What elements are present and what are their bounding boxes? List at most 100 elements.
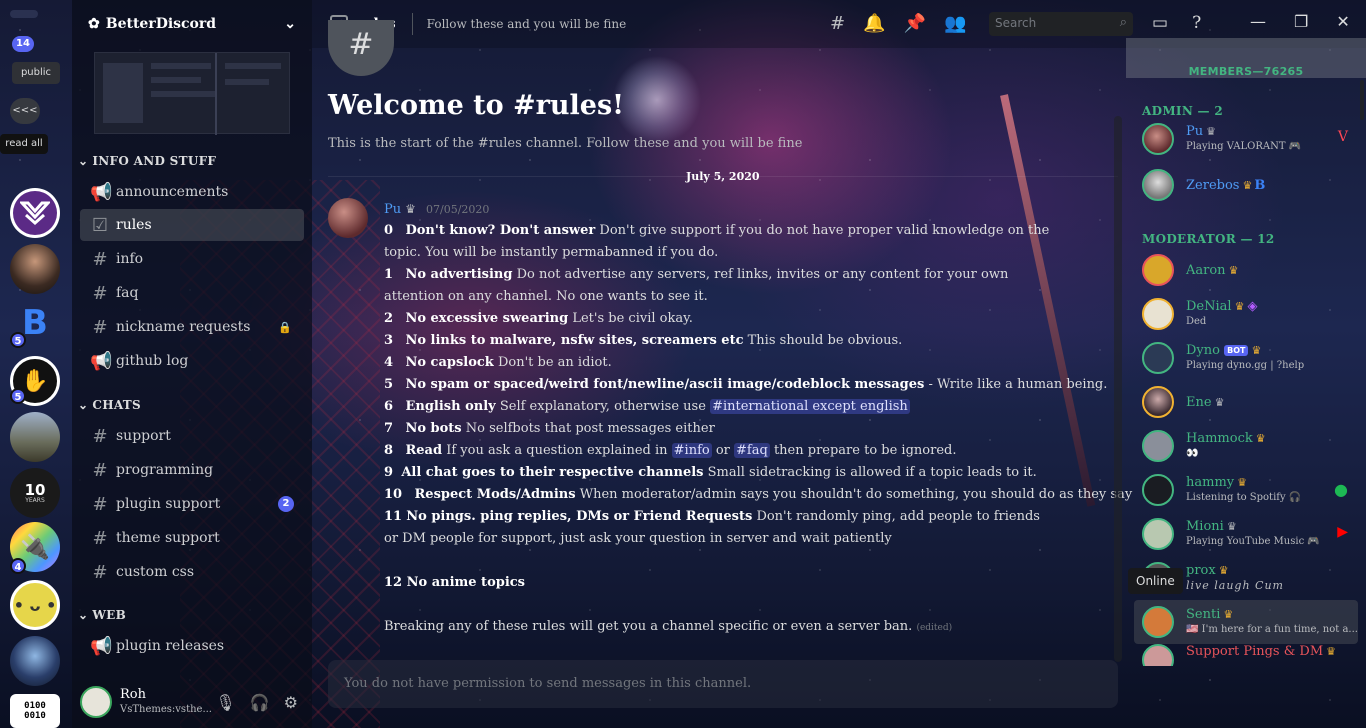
welcome-subtitle: This is the start of the #rules channel.…	[328, 136, 803, 151]
mentions-badge: 14	[12, 36, 34, 52]
member-item[interactable]: Mioni ♛ Playing YouTube Music 🎮 ▶	[1134, 512, 1358, 556]
member-item[interactable]: Hammock ♛ 👀	[1134, 424, 1358, 468]
message-avatar[interactable]	[328, 198, 368, 238]
ten-years-sub: YEARS	[25, 496, 45, 504]
channel-label: nickname requests	[116, 319, 251, 335]
channel-label: plugin releases	[116, 638, 225, 654]
members-header: MEMBERS—76265	[1126, 38, 1366, 78]
plug-icon: 🔌	[20, 533, 50, 561]
megaphone-icon: 📢	[90, 635, 113, 657]
public-tag[interactable]: public	[12, 62, 60, 84]
category-info-and-stuff[interactable]: ⌄ INFO AND STUFF	[78, 154, 216, 168]
username: Roh	[120, 687, 146, 702]
server-icon-landscape[interactable]	[10, 412, 60, 462]
avatar[interactable]	[80, 686, 112, 718]
maximize-icon[interactable]: ❐	[1294, 12, 1308, 31]
edited-label: (edited)	[916, 623, 953, 633]
channel-mention[interactable]: #faq	[734, 443, 770, 458]
server-icon-ten-years[interactable]: 10 YEARS	[10, 468, 60, 518]
server-name: BetterDiscord	[105, 16, 217, 32]
channel-mention[interactable]: #info	[671, 443, 712, 458]
category-label: CHATS	[92, 398, 141, 412]
member-item[interactable]: Zerebos ♛ B	[1134, 163, 1358, 207]
server-icon-betterdiscord[interactable]	[10, 188, 60, 238]
channel-plugin-releases[interactable]: 📢 plugin releases	[80, 630, 304, 662]
minimize-icon[interactable]: —	[1250, 12, 1266, 31]
member-scrollbar[interactable]	[1360, 80, 1364, 120]
home-indicator[interactable]	[10, 10, 38, 18]
channel-mention[interactable]: #international except english	[710, 399, 910, 414]
channel-sidebar: ✿ BetterDiscord ⌄ ⌄ INFO AND STUFF 📢 annou…	[72, 0, 312, 728]
server-logo-icon: ✿	[88, 16, 100, 32]
rules-checkbox-icon: ☑	[91, 214, 109, 236]
member-item[interactable]: Aaron ♛	[1134, 248, 1358, 292]
crown-icon: ♛	[1326, 645, 1337, 658]
message-author[interactable]: Pu ♛	[384, 202, 416, 217]
member-item[interactable]: hammy ♛ Listening to Spotify 🎧 ●	[1134, 468, 1358, 512]
user-info[interactable]: Roh VsThemes:vsthe...	[120, 687, 212, 717]
crown-icon: ♛	[1228, 263, 1239, 277]
inbox-icon[interactable]: ▭	[1152, 13, 1168, 33]
server-header[interactable]: ✿ BetterDiscord ⌄	[72, 0, 312, 48]
date-label: July 5, 2020	[686, 170, 760, 183]
deafen-icon[interactable]: 🎧	[250, 693, 270, 712]
channel-support[interactable]: # support	[80, 420, 304, 452]
channel-programming[interactable]: # programming	[80, 454, 304, 486]
channel-topic[interactable]: Follow these and you will be fine	[427, 17, 627, 31]
channel-label: rules	[116, 217, 152, 233]
channel-theme-support[interactable]: # theme support	[80, 522, 304, 554]
bell-icon[interactable]: 🔔	[863, 13, 885, 34]
member-item[interactable]: Ene ♛	[1134, 380, 1358, 424]
avatar	[1142, 644, 1174, 666]
help-icon[interactable]: ?	[1192, 13, 1201, 33]
channel-github-log[interactable]: 📢 github log	[80, 345, 304, 377]
member-item[interactable]: DeNial ♛ ◈ Ded	[1134, 292, 1358, 336]
channel-label: support	[116, 428, 171, 444]
avatar	[1142, 606, 1174, 638]
channel-rules[interactable]: ☑ rules	[80, 209, 304, 241]
pin-icon[interactable]: 📌	[904, 13, 926, 34]
channel-hash-icon: #	[328, 20, 394, 76]
channel-info[interactable]: # info	[80, 243, 304, 275]
members-icon[interactable]: 👥	[944, 13, 966, 34]
mute-mic-icon[interactable]: 🎙	[215, 693, 235, 712]
member-list: MEMBERS—76265 ADMIN — 2 Pu ♛ Playing VALOR…	[1126, 38, 1366, 728]
channel-announcements[interactable]: 📢 announcements	[80, 176, 304, 208]
category-web[interactable]: ⌄ WEB	[78, 608, 126, 622]
member-item[interactable]: Pu ♛ Playing VALORANT 🎮 V	[1134, 117, 1358, 161]
handshake-icon: ✋	[21, 368, 49, 394]
gear-icon[interactable]: ⚙	[284, 693, 298, 712]
read-all-button[interactable]: read all	[0, 134, 48, 154]
ten-years-label: 10	[24, 480, 46, 499]
channel-nickname-requests[interactable]: # nickname requests 🔒	[80, 311, 304, 343]
search-input[interactable]: Search ⌕	[989, 12, 1133, 36]
avatar	[1142, 298, 1174, 330]
betterdiscord-logo-icon	[13, 191, 57, 235]
collapse-button[interactable]: <<<	[10, 98, 40, 124]
close-icon[interactable]: ✕	[1336, 12, 1349, 31]
rule-item: 5 No spam or spaced/weird font/newline/a…	[384, 377, 1108, 392]
server-badge: 5	[10, 332, 26, 348]
channel-label: faq	[116, 285, 139, 301]
chat-scrollbar[interactable]	[1114, 116, 1122, 662]
server-icon-portrait[interactable]	[10, 244, 60, 294]
channel-label: plugin support	[116, 496, 221, 512]
channel-label: theme support	[116, 530, 220, 546]
channel-faq[interactable]: # faq	[80, 277, 304, 309]
crown-icon: ♛	[1255, 432, 1266, 445]
threads-icon[interactable]: #	[830, 13, 845, 34]
server-icon-blob[interactable]: • ᴗ •	[10, 580, 60, 630]
server-badge: 4	[10, 558, 26, 574]
channel-custom-css[interactable]: # custom css	[80, 556, 304, 588]
crown-icon: ♛	[405, 202, 416, 216]
role-header-admin: ADMIN — 2	[1142, 104, 1223, 118]
avatar	[1142, 518, 1174, 550]
server-icon-binary[interactable]: 0100 0010	[10, 694, 60, 728]
member-item[interactable]: Dyno BOT ♛ Playing dyno.gg | ?help	[1134, 336, 1358, 380]
channel-plugin-support[interactable]: # plugin support 2	[80, 488, 304, 520]
channel-label: info	[116, 251, 144, 267]
server-icon-figure[interactable]	[10, 636, 60, 686]
member-item[interactable]: Senti ♛ 🇺🇸 I'm here for a fun time, not a.…	[1134, 600, 1358, 644]
member-item[interactable]: Support Pings & DM ♛	[1134, 644, 1358, 666]
category-chats[interactable]: ⌄ CHATS	[78, 398, 141, 412]
